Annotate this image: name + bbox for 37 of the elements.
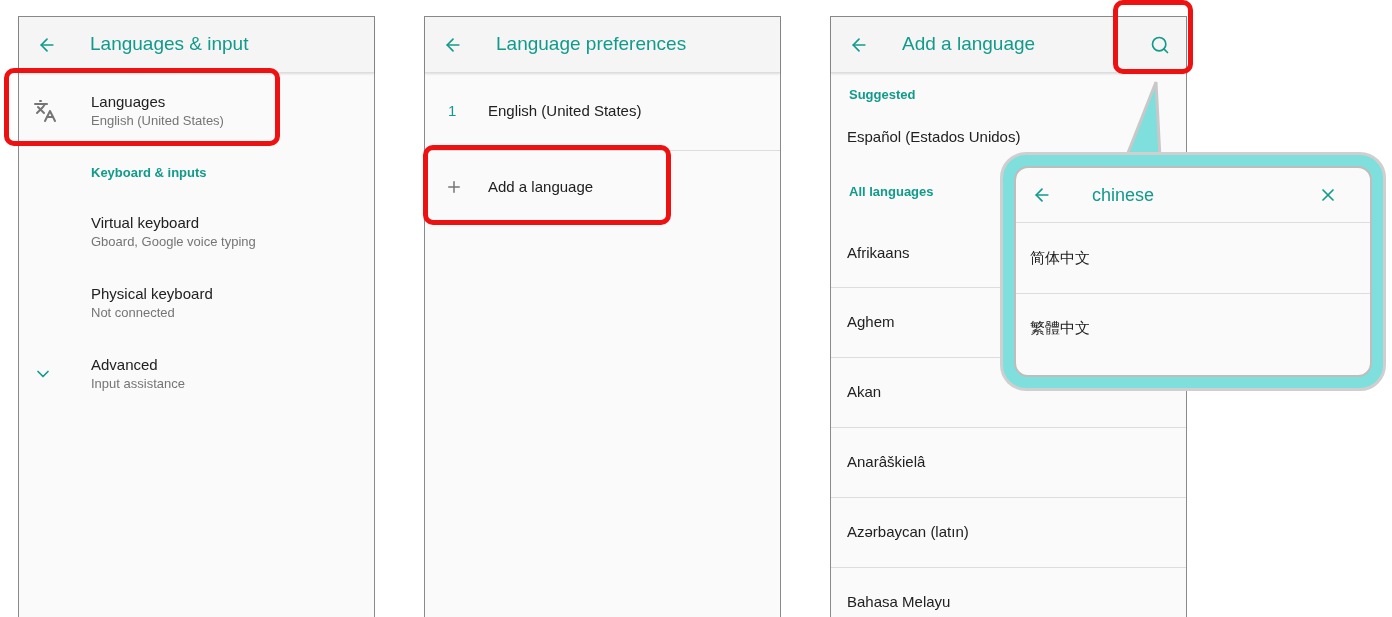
item-title: Physical keyboard [91, 283, 213, 304]
settings-item[interactable]: Languages English (United States) [19, 75, 374, 146]
item-title: Aghem [847, 312, 895, 333]
language-item[interactable]: Bahasa Melayu [831, 567, 1186, 617]
settings-item[interactable]: Advanced Input assistance [19, 338, 374, 409]
item-title: Azərbaycan (latın) [847, 522, 969, 543]
screen-title: Add a language [902, 32, 1036, 57]
item-title: Virtual keyboard [91, 212, 201, 233]
screen-title: Languages & input [90, 32, 249, 57]
item-title: Bahasa Melayu [847, 592, 951, 613]
language-item[interactable]: Azərbaycan (latın) [831, 497, 1186, 567]
item-title: Español (Estados Unidos) [847, 126, 1021, 147]
search-icon[interactable] [1150, 34, 1170, 55]
plus-icon [445, 178, 463, 196]
section-header: Suggested [849, 86, 916, 105]
item-title: Advanced [91, 354, 159, 375]
translate-icon [33, 98, 57, 123]
item-title: Add a language [488, 176, 594, 197]
item-title: English (United States) [488, 101, 642, 122]
item-title: Akan [847, 382, 882, 403]
item-subtitle: Input assistance [91, 374, 185, 393]
section-header: All languages [849, 183, 934, 202]
settings-item[interactable]: Virtual keyboard Gboard, Google voice typing [19, 196, 374, 267]
language-item[interactable]: 1 English (United States) [425, 73, 780, 151]
item-subtitle: English (United States) [91, 111, 224, 130]
item-subtitle: Gboard, Google voice typing [91, 232, 256, 251]
settings-item[interactable]: Physical keyboard Not connected [19, 267, 374, 338]
add-language-item[interactable]: Add a language [425, 151, 780, 223]
item-subtitle: Not connected [91, 303, 176, 322]
section-header: Keyboard & inputs [91, 165, 207, 180]
language-item[interactable]: Anarâškielâ [831, 427, 1186, 497]
result-item[interactable]: 繁體中文 [1016, 293, 1370, 363]
item-title: Languages [91, 91, 167, 112]
item-title: Anarâškielâ [847, 452, 926, 473]
order-number: 1 [447, 101, 458, 122]
result-item[interactable]: 简体中文 [1016, 223, 1370, 293]
screen-title: Language preferences [496, 32, 687, 57]
